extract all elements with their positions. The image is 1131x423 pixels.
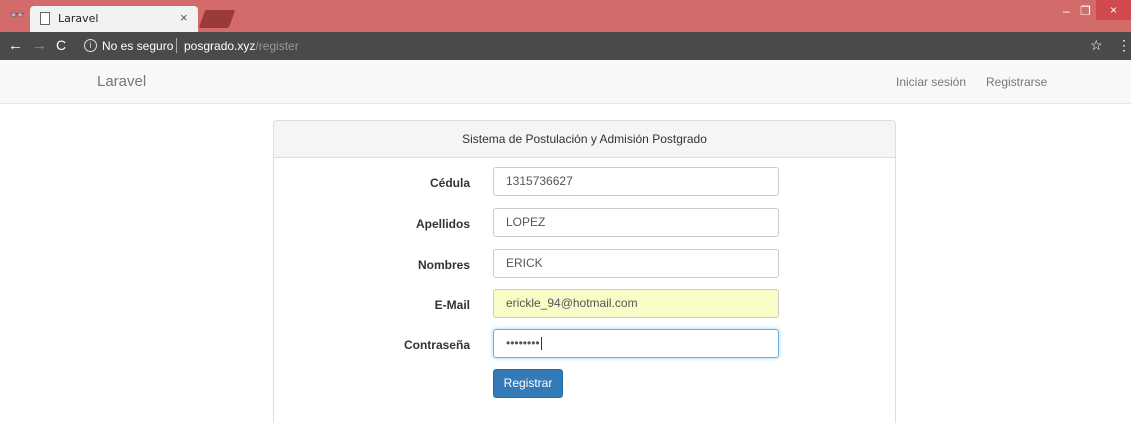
tab-title: Laravel (58, 12, 99, 25)
email-label: E-Mail (434, 298, 470, 312)
reload-icon[interactable]: C (56, 37, 66, 53)
text-caret (540, 337, 542, 351)
incognito-icon: 👓 (9, 8, 25, 22)
address-bar[interactable]: i No es seguro posgrado.xyz/register (76, 36, 1076, 56)
address-separator (176, 38, 177, 53)
browser-tab[interactable]: Laravel × (30, 6, 198, 32)
email-input[interactable]: erickle_94@hotmail.com (493, 289, 779, 318)
page-icon (40, 12, 50, 25)
register-panel: Sistema de Postulación y Admisión Postgr… (273, 120, 896, 423)
password-input[interactable]: •••••••• (493, 329, 779, 358)
menu-icon[interactable]: ⋮ (1117, 37, 1131, 54)
nombres-input[interactable]: ERICK (493, 249, 779, 278)
url-text[interactable]: posgrado.xyz/register (184, 39, 299, 53)
browser-titlebar: 👓 Laravel × – ❐ × (0, 0, 1131, 32)
minimize-icon[interactable]: – (1063, 4, 1070, 18)
apellidos-label: Apellidos (415, 217, 470, 231)
register-link[interactable]: Registrarse (986, 75, 1047, 89)
cedula-label: Cédula (429, 176, 470, 190)
brand-link[interactable]: Laravel (97, 73, 146, 90)
info-icon[interactable]: i (84, 39, 97, 52)
close-window-icon[interactable]: × (1096, 0, 1131, 20)
panel-title: Sistema de Postulación y Admisión Postgr… (274, 121, 895, 158)
browser-toolbar: ← → C i No es seguro posgrado.xyz/regist… (0, 32, 1131, 60)
security-label[interactable]: No es seguro (102, 39, 173, 53)
login-link[interactable]: Iniciar sesión (896, 75, 966, 89)
back-icon[interactable]: ← (8, 37, 23, 54)
register-button[interactable]: Registrar (493, 369, 563, 398)
site-navbar: Laravel Iniciar sesión Registrarse (0, 60, 1131, 104)
bookmark-star-icon[interactable]: ☆ (1090, 37, 1103, 54)
password-value: •••••••• (506, 336, 540, 350)
forward-icon[interactable]: → (32, 37, 47, 54)
nombres-label: Nombres (417, 258, 470, 272)
new-tab-button[interactable] (198, 10, 236, 28)
maximize-icon[interactable]: ❐ (1080, 4, 1091, 18)
close-tab-icon[interactable]: × (180, 10, 188, 25)
url-host: posgrado.xyz (184, 39, 256, 53)
url-path: /register (255, 39, 299, 53)
cedula-input[interactable]: 1315736627 (493, 167, 779, 196)
apellidos-input[interactable]: LOPEZ (493, 208, 779, 237)
password-label: Contraseña (403, 338, 470, 352)
